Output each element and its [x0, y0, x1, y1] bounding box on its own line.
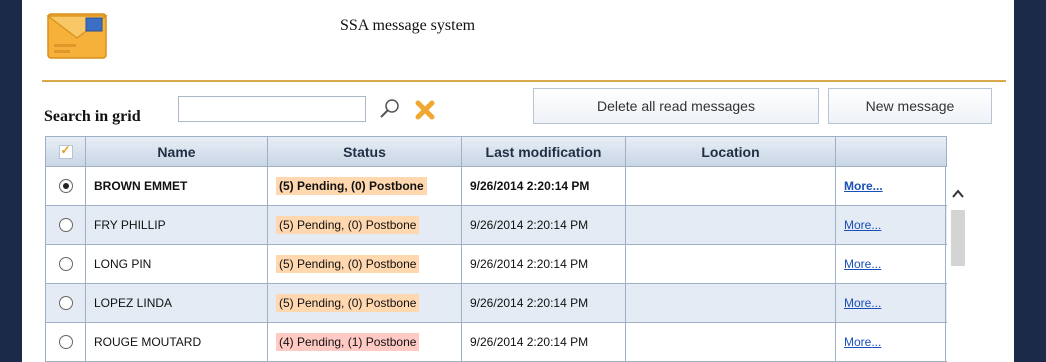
grid-header: Name Status Last modification Location [45, 136, 947, 167]
table-row[interactable]: BROWN EMMET (5) Pending, (0) Postbone 9/… [45, 167, 947, 206]
column-header-last-modification[interactable]: Last modification [462, 137, 626, 166]
delete-read-messages-button[interactable]: Delete all read messages [533, 88, 819, 124]
column-header-name[interactable]: Name [86, 137, 268, 166]
row-select-cell [46, 284, 86, 322]
row-select-cell [46, 323, 86, 361]
search-button[interactable] [372, 95, 406, 125]
status-cell: (5) Pending, (0) Postbone [268, 245, 462, 283]
status-cell: (4) Pending, (1) Postbone [268, 323, 462, 361]
table-row[interactable]: LOPEZ LINDA (5) Pending, (0) Postbone 9/… [45, 284, 947, 323]
status-badge: (5) Pending, (0) Postbone [276, 294, 420, 312]
right-frame-bar [1014, 0, 1046, 362]
clear-search-button[interactable] [410, 95, 440, 125]
left-frame-bar [0, 0, 22, 362]
location-cell [626, 167, 836, 205]
column-header-status[interactable]: Status [268, 137, 462, 166]
row-select-cell [46, 245, 86, 283]
row-radio[interactable] [58, 218, 73, 232]
page-title: SSA message system [340, 17, 476, 34]
modified-cell: 9/26/2014 2:20:14 PM [462, 206, 626, 244]
more-link[interactable]: More... [844, 257, 881, 271]
more-cell: More... [836, 206, 946, 244]
status-badge: (5) Pending, (0) Postbone [276, 255, 420, 273]
name-cell: LONG PIN [86, 245, 268, 283]
more-cell: More... [836, 323, 946, 361]
header-select-cell[interactable] [46, 137, 86, 166]
name-cell: FRY PHILLIP [86, 206, 268, 244]
row-radio[interactable] [58, 179, 73, 193]
new-message-button[interactable]: New message [828, 88, 992, 124]
more-link[interactable]: More... [844, 218, 881, 232]
modified-cell: 9/26/2014 2:20:14 PM [462, 167, 626, 205]
row-radio[interactable] [58, 296, 73, 310]
modified-cell: 9/26/2014 2:20:14 PM [462, 284, 626, 322]
name-cell: BROWN EMMET [86, 167, 268, 205]
grid-scrollbar[interactable] [948, 168, 968, 362]
status-badge: (5) Pending, (0) Postbone [276, 216, 420, 234]
search-input[interactable] [178, 96, 366, 122]
more-cell: More... [836, 284, 946, 322]
location-cell [626, 245, 836, 283]
more-cell: More... [836, 245, 946, 283]
row-select-cell [46, 167, 86, 205]
table-row[interactable]: LONG PIN (5) Pending, (0) Postbone 9/26/… [45, 245, 947, 284]
chevron-up-icon[interactable] [950, 186, 966, 202]
name-cell: LOPEZ LINDA [86, 284, 268, 322]
location-cell [626, 323, 836, 361]
status-cell: (5) Pending, (0) Postbone [268, 206, 462, 244]
more-cell: More... [836, 167, 946, 205]
location-cell [626, 206, 836, 244]
status-cell: (5) Pending, (0) Postbone [268, 284, 462, 322]
location-cell [626, 284, 836, 322]
status-cell: (5) Pending, (0) Postbone [268, 167, 462, 205]
header-divider [42, 80, 1006, 82]
message-grid: Name Status Last modification Location B… [45, 136, 947, 362]
modified-cell: 9/26/2014 2:20:14 PM [462, 323, 626, 361]
envelope-icon [46, 13, 108, 59]
table-row[interactable]: FRY PHILLIP (5) Pending, (0) Postbone 9/… [45, 206, 947, 245]
modified-cell: 9/26/2014 2:20:14 PM [462, 245, 626, 283]
row-select-cell [46, 206, 86, 244]
column-header-location[interactable]: Location [626, 137, 836, 166]
more-link[interactable]: More... [844, 335, 881, 349]
scrollbar-thumb[interactable] [951, 210, 965, 266]
search-label: Search in grid [44, 108, 141, 125]
more-link[interactable]: More... [844, 179, 883, 193]
name-cell: ROUGE MOUTARD [86, 323, 268, 361]
status-badge: (4) Pending, (1) Postbone [276, 333, 420, 351]
row-radio[interactable] [58, 257, 73, 271]
table-row[interactable]: ROUGE MOUTARD (4) Pending, (1) Postbone … [45, 323, 947, 362]
status-badge: (5) Pending, (0) Postbone [276, 177, 427, 195]
column-header-actions [836, 137, 946, 166]
clear-icon [415, 100, 435, 120]
row-radio[interactable] [58, 335, 73, 349]
more-link[interactable]: More... [844, 296, 881, 310]
search-icon [380, 99, 399, 118]
checkbox-icon[interactable] [58, 143, 73, 159]
